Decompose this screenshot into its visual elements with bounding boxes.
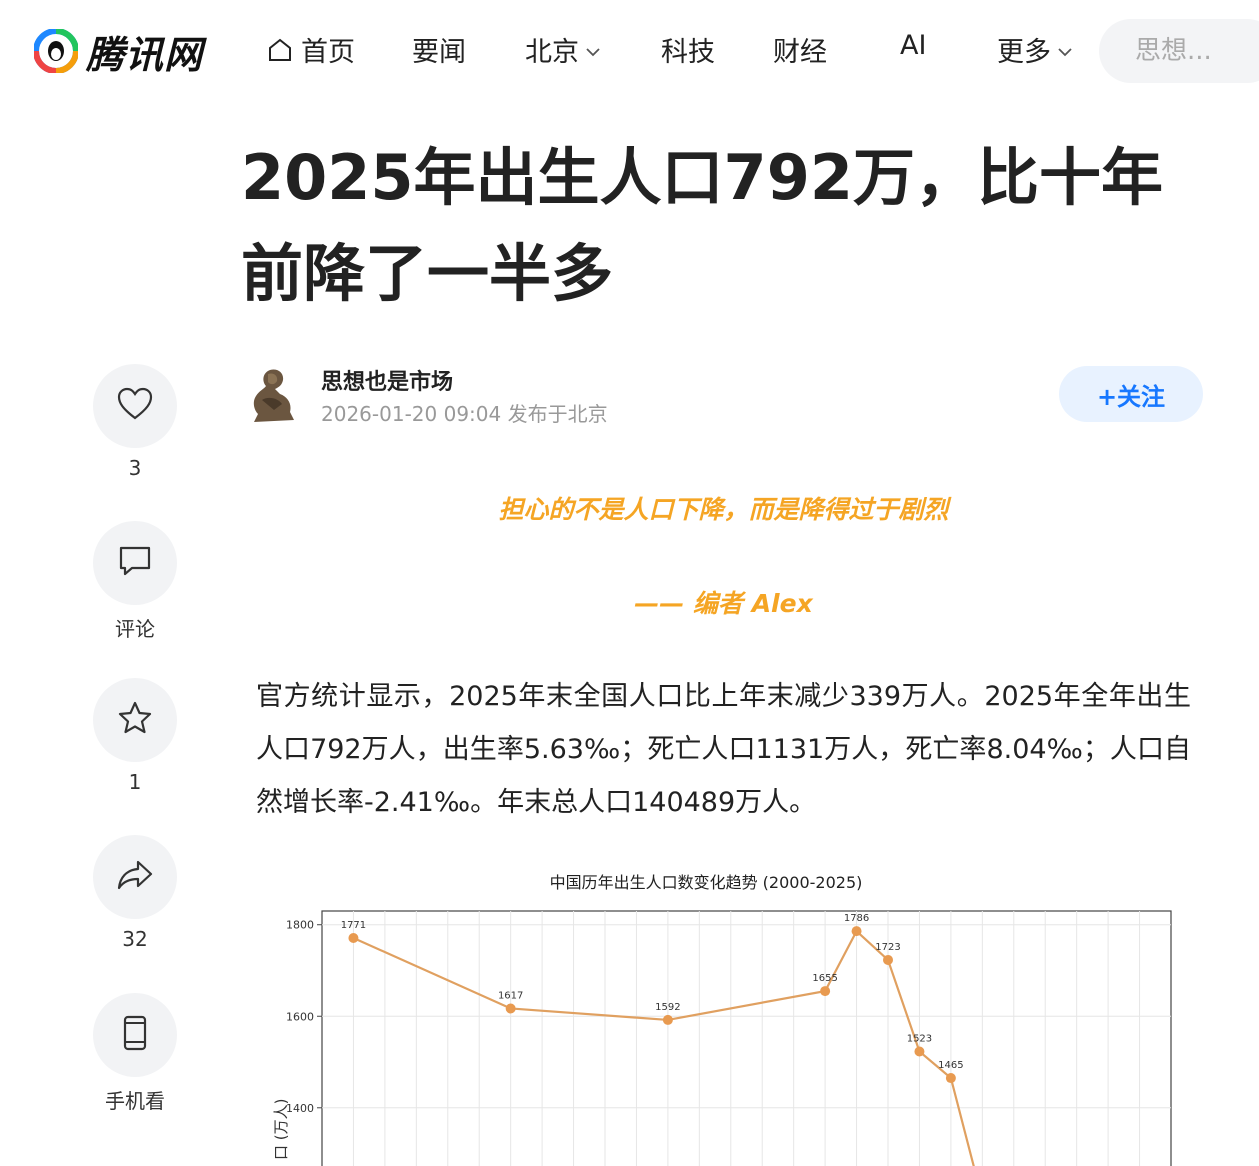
data-label: 1592 — [655, 1002, 680, 1013]
data-point — [820, 986, 831, 997]
comment-icon — [118, 545, 152, 581]
share-count: 32 — [122, 927, 148, 951]
y-tick-label: 1600 — [286, 1010, 314, 1023]
nav-item-beijing[interactable]: 北京 — [525, 30, 601, 69]
nav-item-label: AI — [900, 30, 927, 61]
plot-area-frame — [321, 910, 1172, 1166]
home-icon — [267, 37, 293, 63]
like-action[interactable]: 3 — [93, 364, 177, 480]
follow-button[interactable]: +关注 — [1059, 366, 1203, 422]
nav-item-news[interactable]: 要闻 — [412, 30, 466, 69]
comment-button[interactable] — [93, 521, 177, 605]
y-tick-label: 1800 — [286, 919, 314, 932]
mobile-view-button[interactable] — [93, 993, 177, 1077]
data-label: 1771 — [341, 920, 366, 931]
data-point — [851, 926, 862, 937]
share-icon — [117, 859, 153, 895]
share-action[interactable]: 32 — [93, 835, 177, 951]
chevron-down-icon — [1057, 34, 1073, 65]
data-point — [883, 954, 893, 965]
data-label: 1723 — [875, 942, 900, 953]
search-input[interactable] — [1133, 35, 1259, 67]
chart-series — [348, 926, 975, 1166]
mobile-view-label: 手机看 — [105, 1089, 165, 1113]
favorite-count: 1 — [128, 770, 142, 794]
y-axis-ticks: 1800 1600 1400 — [286, 919, 322, 1115]
comment-action[interactable]: 评论 — [93, 521, 177, 642]
like-button[interactable] — [93, 364, 177, 448]
site-logo[interactable]: 腾讯网 — [33, 27, 203, 77]
quote-byline: —— 编者 Alex — [634, 589, 813, 618]
nav-item-ai[interactable]: AI — [900, 30, 926, 61]
publish-meta: 2026-01-20 09:04 发布于北京 — [321, 402, 608, 426]
y-tick-label: 1400 — [286, 1102, 314, 1115]
like-count: 3 — [128, 456, 142, 480]
nav-item-label: 要闻 — [412, 37, 466, 68]
data-label: 1617 — [498, 990, 523, 1001]
nav-item-label: 科技 — [661, 37, 715, 68]
nav-item-home[interactable]: 首页 — [267, 30, 355, 69]
nav-item-label: 首页 — [301, 37, 355, 68]
chart-grid — [322, 911, 1171, 1166]
lead-quote: 担心的不是人口下降，而是降得过于剧烈 — [498, 495, 949, 524]
data-point — [348, 933, 359, 943]
chart-title: 中国历年出生人口数变化趋势 (2000-2025) — [550, 873, 863, 892]
nav-item-tech[interactable]: 科技 — [661, 30, 715, 69]
author-avatar[interactable] — [244, 364, 302, 426]
mobile-action[interactable]: 手机看 — [93, 993, 177, 1114]
nav-item-label: 财经 — [773, 37, 827, 68]
data-label: 1465 — [938, 1060, 963, 1071]
data-label: 1523 — [907, 1033, 932, 1044]
phone-icon — [122, 1015, 148, 1055]
favorite-action[interactable]: 1 — [93, 678, 177, 794]
author-name[interactable]: 思想也是市场 — [321, 364, 453, 396]
favorite-button[interactable] — [93, 678, 177, 762]
share-button[interactable] — [93, 835, 177, 919]
chevron-down-icon — [585, 34, 601, 65]
data-point — [505, 1003, 516, 1014]
chart-svg: 中国历年出生人口数变化趋势 (2000-2025) 1800 1600 1400 1… — [272, 873, 1172, 1166]
data-point — [914, 1046, 925, 1057]
article-paragraph: 官方统计显示，2025年末全国人口比上年末减少339万人。2025年全年出生人口… — [256, 681, 1191, 818]
logo-mark-icon — [33, 28, 79, 74]
heart-icon — [117, 387, 153, 425]
nav-item-label: 北京 — [525, 37, 579, 68]
logo-text: 腾讯网 — [86, 32, 204, 77]
y-axis-label: 口 (万人) — [272, 1099, 290, 1160]
star-icon — [117, 701, 153, 739]
article-title: 2025年出生人口792万，比十年前降了一半多 — [241, 141, 1163, 310]
nav-item-finance[interactable]: 财经 — [773, 30, 827, 69]
top-nav: 腾讯网 首页 要闻 北京 科技 财经 AI 更多 — [0, 0, 1259, 100]
nav-item-more[interactable]: 更多 — [997, 30, 1073, 69]
data-label: 1655 — [812, 973, 837, 984]
data-point — [945, 1073, 956, 1084]
search-box[interactable] — [1099, 19, 1259, 83]
data-label: 1786 — [844, 913, 869, 924]
nav-item-label: 更多 — [997, 37, 1051, 68]
data-point — [662, 1014, 673, 1025]
comment-label: 评论 — [115, 617, 155, 641]
data-labels: 1771 1617 1592 1655 1786 1723 1523 1465 — [341, 913, 964, 1071]
birth-population-chart: 中国历年出生人口数变化趋势 (2000-2025) 1800 1600 1400 1… — [256, 860, 1191, 1166]
